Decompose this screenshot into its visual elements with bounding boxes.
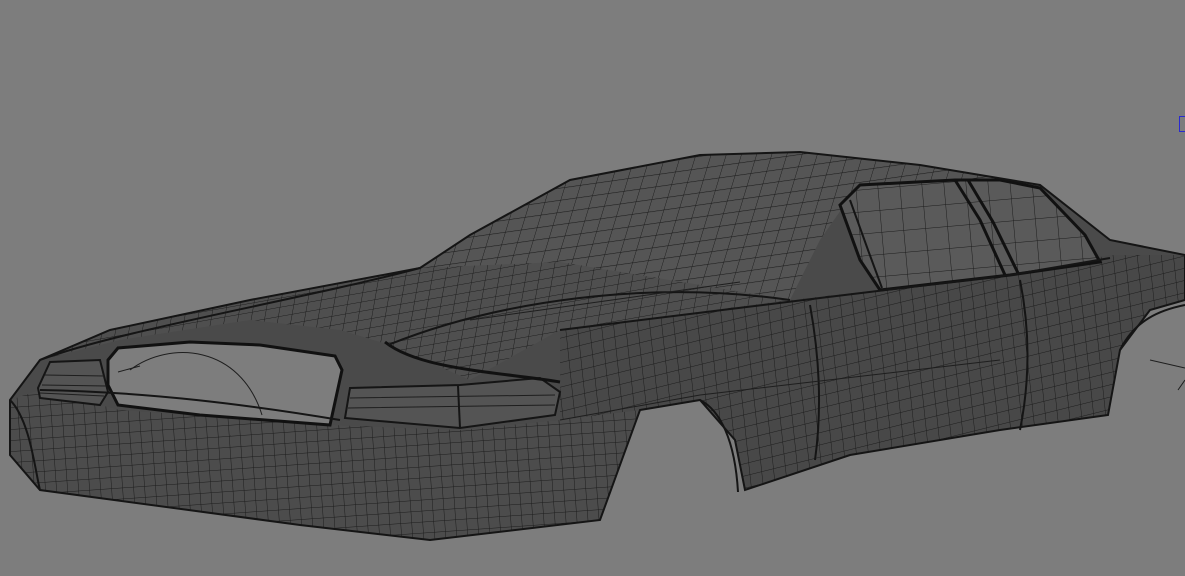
- 3d-viewport[interactable]: [0, 0, 1185, 576]
- car-wireframe-mesh[interactable]: [0, 0, 1185, 576]
- manipulator-handle-icon[interactable]: [1179, 116, 1185, 132]
- left-headlight[interactable]: [36, 358, 110, 407]
